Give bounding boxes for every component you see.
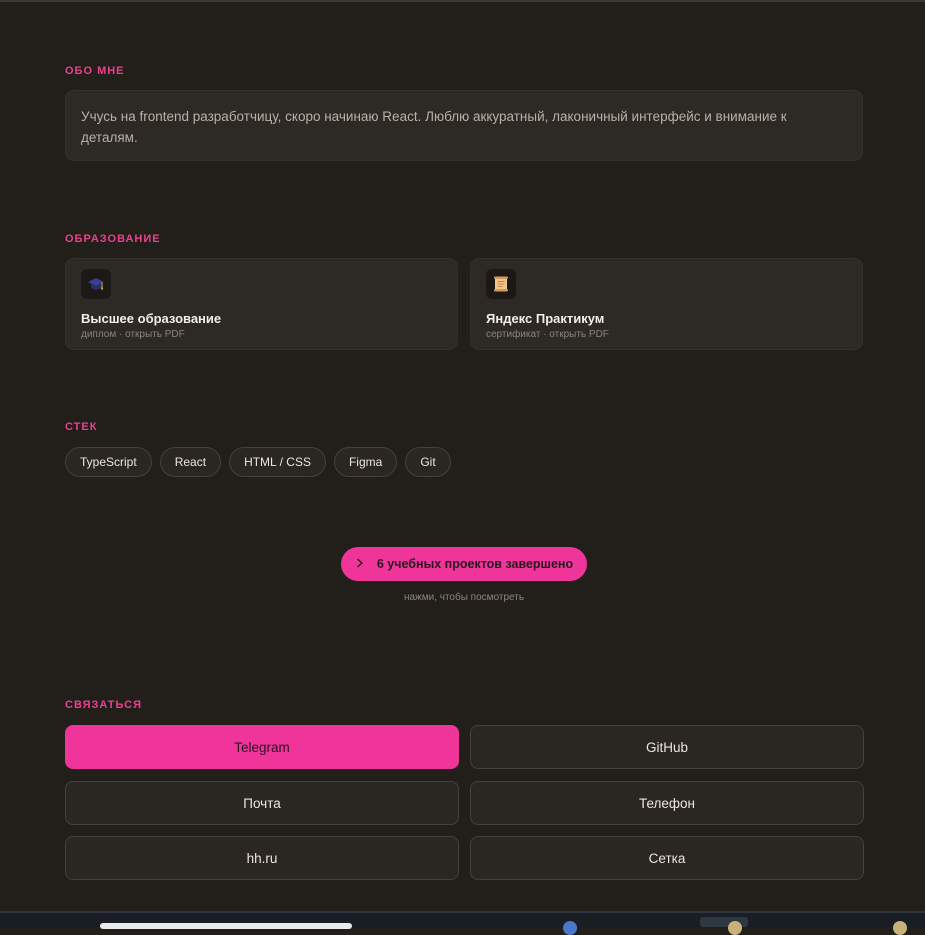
stack-chip[interactable]: HTML / CSS [229, 447, 326, 477]
education-card-practicum[interactable]: Яндекс Практикум сертификат · открыть PD… [470, 258, 863, 350]
stack-chip[interactable]: TypeScript [65, 447, 152, 477]
contact-hh-button[interactable]: hh.ru [65, 836, 459, 880]
projects-button-label: 6 учебных проектов завершено [376, 557, 574, 571]
education-title: Высшее образование [81, 311, 222, 326]
graduation-cap-icon [81, 269, 111, 299]
chevron-right-icon [355, 557, 365, 571]
education-title: Яндекс Практикум [486, 311, 605, 326]
app-icon[interactable] [728, 921, 742, 935]
projects-button[interactable]: 6 учебных проектов завершено [341, 547, 587, 581]
contact-setka-button[interactable]: Сетка [470, 836, 864, 880]
education-subtitle: сертификат · открыть PDF [486, 329, 609, 340]
scroll-icon [486, 269, 516, 299]
taskbar-search[interactable] [100, 923, 352, 929]
contact-phone-button[interactable]: Телефон [470, 781, 864, 825]
stack-chip[interactable]: Figma [333, 447, 398, 477]
stack-heading: СТЕК [65, 421, 98, 433]
contact-telegram-button[interactable]: Telegram [65, 725, 459, 769]
stack-chips: TypeScript React HTML / CSS Figma Git [65, 447, 451, 477]
window-top-border [0, 0, 925, 2]
about-card: Учусь на frontend разработчицу, скоро на… [65, 90, 863, 161]
contacts-heading: СВЯЗАТЬСЯ [65, 699, 143, 711]
about-heading: ОБО МНЕ [65, 65, 125, 77]
contact-github-button[interactable]: GitHub [470, 725, 864, 769]
browser-icon[interactable] [563, 921, 577, 935]
contact-email-button[interactable]: Почта [65, 781, 459, 825]
about-text: Учусь на frontend разработчицу, скоро на… [81, 109, 787, 145]
projects-hint: нажми, чтобы посмотреть [403, 592, 525, 603]
education-card-higher[interactable]: Высшее образование диплом · открыть PDF [65, 258, 458, 350]
tray-icon[interactable] [893, 921, 907, 935]
education-subtitle: диплом · открыть PDF [81, 329, 185, 340]
stack-chip[interactable]: Git [405, 447, 451, 477]
education-heading: ОБРАЗОВАНИЕ [65, 233, 161, 245]
stack-chip[interactable]: React [159, 447, 222, 477]
